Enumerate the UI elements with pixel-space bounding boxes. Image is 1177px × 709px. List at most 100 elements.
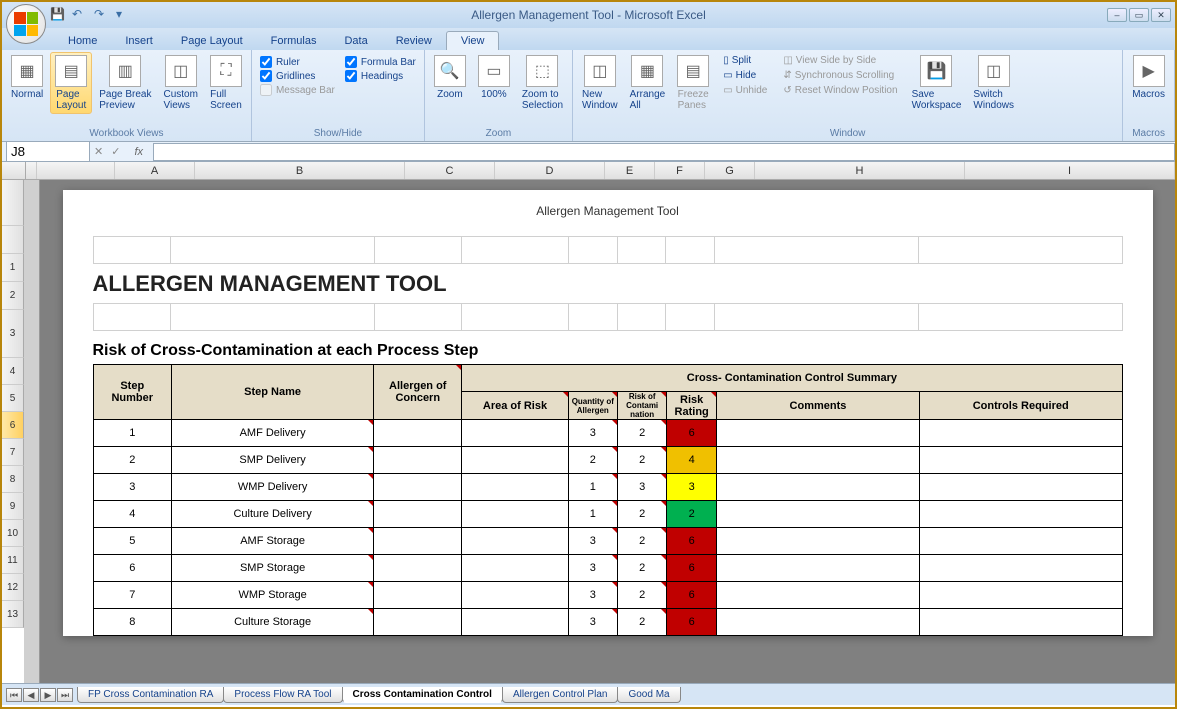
sheet-tab[interactable]: Allergen Control Plan <box>502 687 619 703</box>
sheet-tab[interactable]: Cross Contamination Control <box>342 687 503 703</box>
col-step-name: Step Name <box>172 365 374 420</box>
fx-cancel-icon[interactable]: ✕ <box>90 145 107 158</box>
custom-views-button[interactable]: ◫Custom Views <box>159 52 203 114</box>
row-header[interactable]: 8 <box>2 466 24 493</box>
row-header[interactable]: 9 <box>2 493 24 520</box>
col-area: Area of Risk <box>462 392 568 420</box>
sheet-tab[interactable]: FP Cross Contamination RA <box>77 687 224 703</box>
col-header-A[interactable]: A <box>115 162 195 179</box>
arrange-all-button[interactable]: ▦Arrange All <box>625 52 671 114</box>
sheet-tab[interactable]: Process Flow RA Tool <box>223 687 342 703</box>
row-header[interactable]: 12 <box>2 574 24 601</box>
group-workbook-views: ▦Normal ▤Page Layout ▥Page Break Preview… <box>2 50 252 141</box>
col-header-B[interactable]: B <box>195 162 405 179</box>
page-break-icon: ▥ <box>109 55 141 87</box>
freeze-panes-button[interactable]: ▤Freeze Panes <box>672 52 714 114</box>
row-header[interactable]: 13 <box>2 601 24 628</box>
reset-icon: ↺ <box>783 85 791 96</box>
col-header-F[interactable]: F <box>655 162 705 179</box>
hide-icon: ▭ <box>723 70 732 81</box>
full-screen-button[interactable]: ⛶Full Screen <box>205 52 247 114</box>
normal-view-button[interactable]: ▦Normal <box>6 52 48 103</box>
formula-bar-checkbox[interactable]: Formula Bar <box>345 56 416 68</box>
row-header[interactable]: 5 <box>2 385 24 412</box>
name-box[interactable] <box>6 141 90 162</box>
col-header-C[interactable]: C <box>405 162 495 179</box>
data-table[interactable]: Step Number Step Name Allergen of Concer… <box>93 364 1123 636</box>
table-row[interactable]: 5AMF Storage326 <box>93 528 1122 555</box>
table-row[interactable]: 1AMF Delivery326 <box>93 420 1122 447</box>
headings-checkbox[interactable]: Headings <box>345 70 416 82</box>
formula-input[interactable] <box>153 143 1175 161</box>
col-step-number: Step Number <box>93 365 172 420</box>
row-header[interactable] <box>2 180 24 226</box>
tab-view[interactable]: View <box>446 31 500 50</box>
ruler-checkbox[interactable]: Ruler <box>260 56 335 68</box>
macros-button[interactable]: ▶Macros <box>1127 52 1170 103</box>
col-header-I[interactable]: I <box>965 162 1175 179</box>
sheet-nav: ⏮ ◀ ▶ ⏭ <box>2 688 77 702</box>
table-row[interactable]: 2SMP Delivery224 <box>93 447 1122 474</box>
close-button[interactable]: ✕ <box>1151 8 1171 22</box>
save-icon[interactable]: 💾 <box>50 7 66 23</box>
group-show-hide: Ruler Gridlines Message Bar Formula Bar … <box>252 50 425 141</box>
tab-page-layout[interactable]: Page Layout <box>167 32 257 50</box>
switch-windows-button[interactable]: ◫Switch Windows <box>968 52 1019 114</box>
col-controls: Controls Required <box>919 392 1122 420</box>
doc-subtitle: Risk of Cross-Contamination at each Proc… <box>93 330 1123 364</box>
row-header[interactable]: 3 <box>2 310 24 358</box>
table-row[interactable]: 3WMP Delivery133 <box>93 474 1122 501</box>
page-layout-icon: ▤ <box>55 55 87 87</box>
split-button[interactable]: ▯Split <box>720 54 770 67</box>
fx-enter-icon[interactable]: ✓ <box>107 145 124 158</box>
ribbon: ▦Normal ▤Page Layout ▥Page Break Preview… <box>2 50 1175 142</box>
select-all-corner[interactable] <box>2 162 26 179</box>
sheet-first-icon[interactable]: ⏮ <box>6 688 22 702</box>
col-header-H[interactable]: H <box>755 162 965 179</box>
col-header-G[interactable]: G <box>705 162 755 179</box>
tab-formulas[interactable]: Formulas <box>257 32 331 50</box>
formula-bar: ✕ ✓ fx <box>2 142 1175 162</box>
zoom-100-button[interactable]: ▭100% <box>473 52 515 103</box>
row-header[interactable] <box>2 226 24 254</box>
page-layout-button[interactable]: ▤Page Layout <box>50 52 92 114</box>
office-button[interactable] <box>6 4 46 44</box>
tab-data[interactable]: Data <box>330 32 381 50</box>
quick-access-toolbar: 💾 ↶ ↷ ▾ <box>50 7 132 23</box>
full-screen-icon: ⛶ <box>210 55 242 87</box>
col-header-D[interactable]: D <box>495 162 605 179</box>
redo-icon[interactable]: ↷ <box>94 7 110 23</box>
table-row[interactable]: 6SMP Storage326 <box>93 555 1122 582</box>
row-header[interactable]: 4 <box>2 358 24 385</box>
row-header[interactable]: 1 <box>2 254 24 282</box>
hide-button[interactable]: ▭Hide <box>720 69 770 82</box>
maximize-button[interactable]: ▭ <box>1129 8 1149 22</box>
tab-review[interactable]: Review <box>382 32 446 50</box>
zoom-selection-button[interactable]: ⬚Zoom to Selection <box>517 52 568 114</box>
freeze-icon: ▤ <box>677 55 709 87</box>
minimize-button[interactable]: – <box>1107 8 1127 22</box>
sheet-prev-icon[interactable]: ◀ <box>23 688 39 702</box>
save-workspace-button[interactable]: 💾Save Workspace <box>907 52 967 114</box>
page-break-preview-button[interactable]: ▥Page Break Preview <box>94 52 156 114</box>
row-header[interactable]: 6 <box>2 412 24 439</box>
sheet-last-icon[interactable]: ⏭ <box>57 688 73 702</box>
undo-icon[interactable]: ↶ <box>72 7 88 23</box>
col-header-E[interactable]: E <box>605 162 655 179</box>
tab-home[interactable]: Home <box>54 32 111 50</box>
gridlines-checkbox[interactable]: Gridlines <box>260 70 335 82</box>
fx-icon[interactable]: fx <box>124 146 153 158</box>
table-row[interactable]: 8Culture Storage326 <box>93 609 1122 636</box>
new-window-button[interactable]: ◫New Window <box>577 52 623 114</box>
row-header[interactable]: 10 <box>2 520 24 547</box>
sheet-next-icon[interactable]: ▶ <box>40 688 56 702</box>
sheet-tab[interactable]: Good Ma <box>617 687 680 703</box>
row-header[interactable]: 2 <box>2 282 24 310</box>
table-row[interactable]: 7WMP Storage326 <box>93 582 1122 609</box>
row-header[interactable]: 11 <box>2 547 24 574</box>
tab-insert[interactable]: Insert <box>111 32 167 50</box>
zoom-button[interactable]: 🔍Zoom <box>429 52 471 103</box>
qat-dropdown-icon[interactable]: ▾ <box>116 7 132 23</box>
row-header[interactable]: 7 <box>2 439 24 466</box>
table-row[interactable]: 4Culture Delivery122 <box>93 501 1122 528</box>
